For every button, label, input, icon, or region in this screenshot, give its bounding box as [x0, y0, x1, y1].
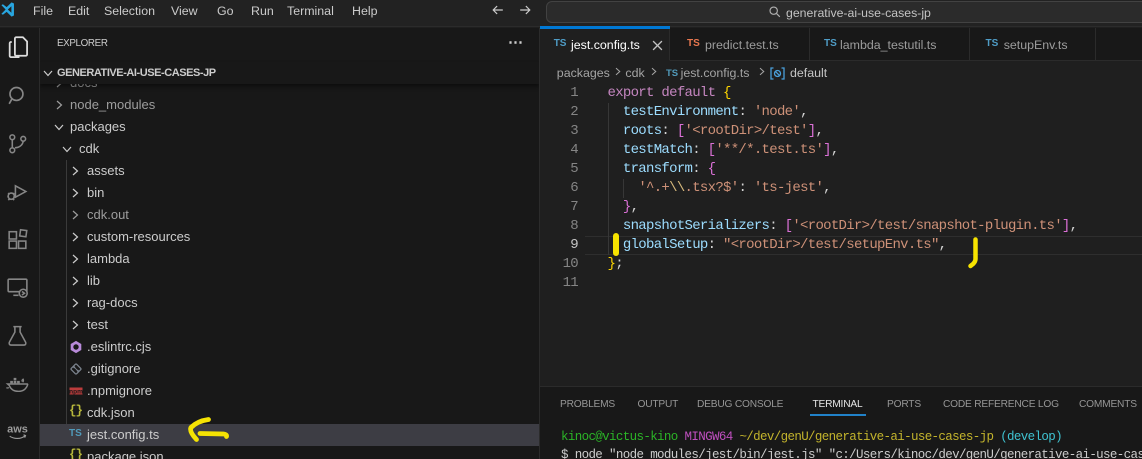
svg-text:npm: npm	[69, 388, 83, 395]
svg-text:aws: aws	[7, 424, 28, 436]
